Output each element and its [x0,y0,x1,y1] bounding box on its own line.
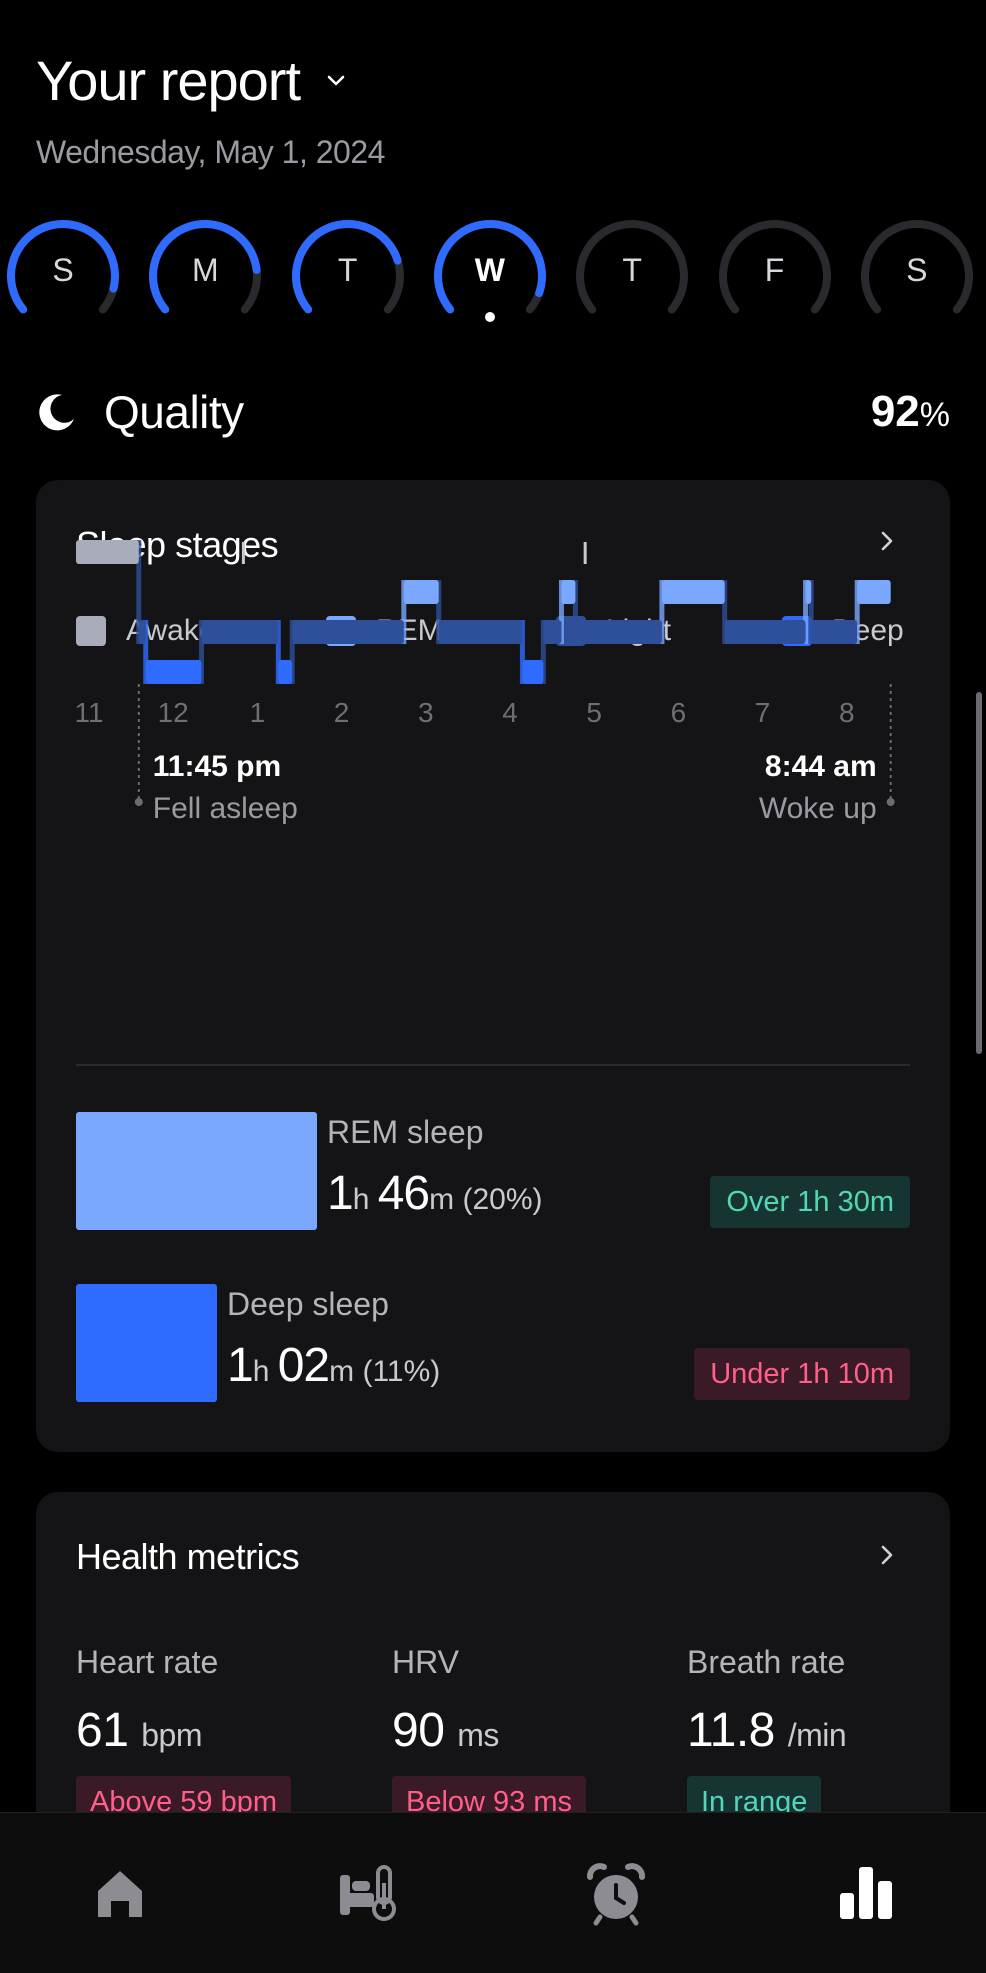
day-label: S [906,252,928,288]
day-5-f[interactable]: F [714,216,836,326]
home-icon [98,1871,142,1917]
fell-asleep-time: 11:45 pm [153,750,281,783]
week-day-selector: SMTWTFS [0,216,986,326]
stage-segment-rem [403,580,439,604]
day-label: T [337,252,358,288]
stage-segment-rem [661,580,725,604]
day-4-t[interactable]: T [571,216,693,326]
nav-reports[interactable] [826,1853,906,1933]
stage-segment-deep [145,660,202,684]
rem-sleep-duration: 1h 46m (20%) [327,1167,543,1220]
breath-rate-value: 11.8 /min [687,1704,847,1757]
scrollbar[interactable] [976,692,982,1054]
stage-segment-awake [76,540,139,564]
day-6-s[interactable]: S [856,216,978,326]
woke-up-label: Woke up [759,792,877,825]
stage-segment-rem [561,580,576,604]
chevron-down-icon [327,75,345,85]
hour-tick-label: 5 [586,697,602,728]
selected-day-dot [484,312,495,322]
page-title-dropdown[interactable]: Your report [36,48,346,113]
hrv-value: 90 ms [392,1704,499,1757]
woke-up-time: 8:44 am [765,750,877,783]
stage-segment-light [543,620,562,644]
day-label: W [474,252,505,288]
page-title: Your report [36,49,301,112]
day-label: M [191,252,219,288]
stage-segment-light [438,620,523,644]
nav-alarm[interactable] [576,1853,656,1933]
stage-segment-rem [805,580,812,604]
stage-segment-light [811,620,858,644]
rem-sleep-stat: REM sleep 1h 46m (20%) Over 1h 30m [76,1112,910,1232]
hrv-label: HRV [392,1644,459,1680]
hour-tick-label: 6 [671,697,687,728]
quality-score: 92% [870,387,950,436]
stage-segment-deep [278,660,293,684]
hour-tick-label: 8 [839,697,855,728]
bottom-navigation [0,1812,986,1973]
rem-sleep-label: REM sleep [327,1114,484,1150]
stage-segment-light [201,620,279,644]
hrv-metric: HRV 90 ms Below 93 ms [392,1644,587,1828]
hour-tick-label: 3 [418,697,434,728]
moon-icon [39,394,74,431]
stage-segment-deep [522,660,544,684]
awake-tick [583,542,587,564]
stage-segment-rem [857,580,891,604]
day-label: S [52,252,74,288]
fell-asleep-label: Fell asleep [153,792,298,825]
chevron-right-icon[interactable] [876,1544,898,1566]
bed-temperature-icon [340,1865,396,1921]
stage-segment-light [292,620,404,644]
breath-rate-label: Breath rate [687,1644,846,1680]
heart-rate-metric: Heart rate 61 bpm Above 59 bpm [76,1644,292,1828]
awake-tick [241,542,245,564]
deep-sleep-label: Deep sleep [227,1286,389,1322]
sleep-stages-card[interactable]: Sleep stages Awake REM Light Deep 111212… [36,480,950,1452]
hour-tick-label: 12 [158,697,189,728]
deep-sleep-stat: Deep sleep 1h 02m (11%) Under 1h 10m [76,1284,910,1404]
deep-duration-bar [76,1284,217,1402]
day-1-m[interactable]: M [144,216,266,326]
quality-label: Quality [104,386,244,438]
stage-segment-light [138,620,146,644]
deep-status-badge: Under 1h 10m [694,1348,910,1400]
hour-tick-label: 7 [755,697,771,728]
nav-home[interactable] [80,1853,160,1933]
hour-tick-label: 2 [334,697,350,728]
hour-tick-label: 1 [250,697,266,728]
health-metrics-title: Health metrics [76,1536,300,1577]
hypnogram-chart: 11 12 1 2 3 4 5 6 7 811:45 pmFell asleep8:44 amWo… [74,540,895,825]
hour-tick-label: 11 [74,697,103,728]
deep-sleep-duration: 1h 02m (11%) [227,1339,441,1392]
quality-row: Quality 92% [36,384,950,440]
heart-rate-value: 61 bpm [76,1704,202,1757]
heart-rate-label: Heart rate [76,1644,219,1680]
alarm-clock-icon [587,1863,645,1926]
day-label: T [622,252,642,288]
stage-segment-light [575,620,662,644]
day-0-s[interactable]: S [2,216,124,326]
rem-status-badge: Over 1h 30m [710,1176,910,1228]
divider [76,1064,910,1066]
nav-bed-temperature[interactable] [328,1853,408,1933]
stage-segment-light [724,620,806,644]
sleep-marker-dot [134,798,143,806]
rem-duration-bar [76,1112,317,1230]
day-2-t[interactable]: T [287,216,409,326]
hour-tick-label: 4 [502,697,518,728]
day-label: F [764,252,785,288]
day-3-w[interactable]: W [429,216,551,326]
report-date: Wednesday, May 1, 2024 [36,134,385,170]
wake-marker-dot [886,798,895,806]
reports-icon [840,1867,892,1919]
breath-rate-metric: Breath rate 11.8 /min In range [687,1644,847,1828]
